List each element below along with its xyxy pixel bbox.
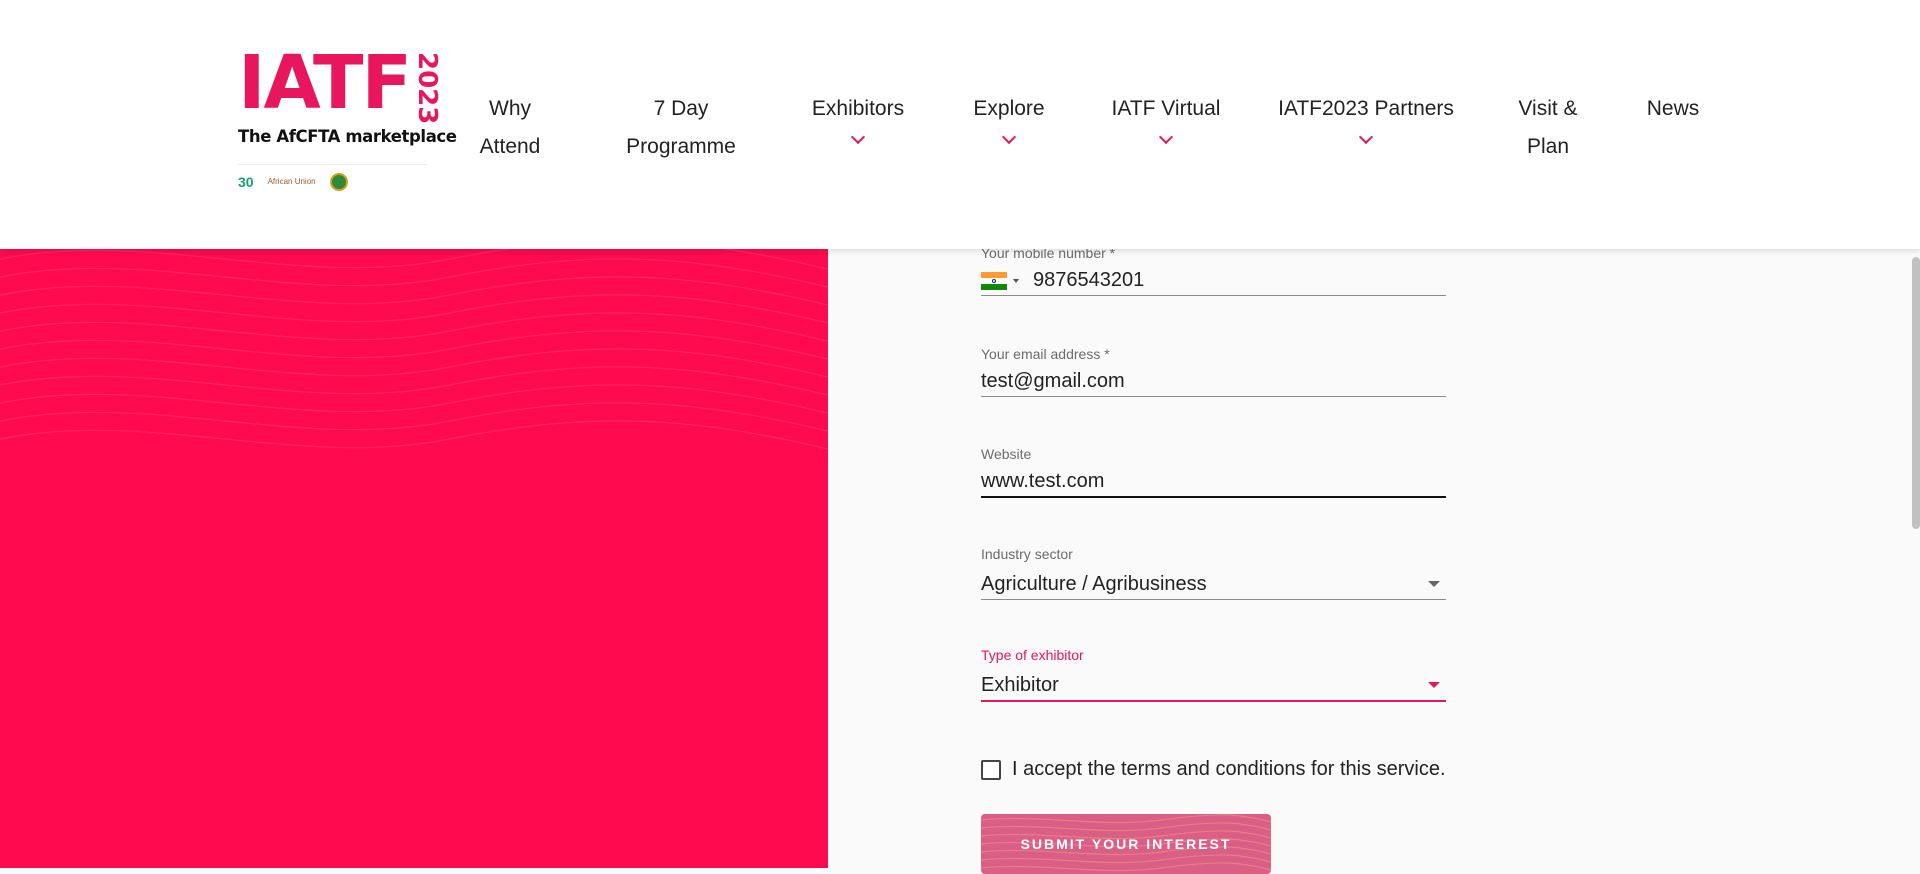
logo-tagline: The AfCFTA marketplace xyxy=(238,127,457,147)
wave-pattern xyxy=(0,249,828,450)
page-scrollbar[interactable] xyxy=(1912,257,1920,529)
logo-mark: IATF 2023 xyxy=(238,40,442,126)
terms-row: I accept the terms and conditions for th… xyxy=(981,758,1446,781)
nav-label: News xyxy=(1646,97,1700,120)
mobile-number-input[interactable]: 9876543201 xyxy=(981,265,1446,296)
nav-explore[interactable]: Explore xyxy=(964,90,1054,145)
exhibitor-type-select[interactable]: Exhibitor xyxy=(981,670,1446,702)
industry-sector-select[interactable]: Agriculture / Agribusiness xyxy=(981,569,1446,600)
nav-label-line2: Programme xyxy=(626,135,736,158)
nav-label-line1: Visit & xyxy=(1518,97,1578,120)
email-input[interactable]: test@gmail.com xyxy=(981,366,1446,397)
site-header: IATF 2023 The AfCFTA marketplace 30 Afri… xyxy=(0,0,1920,249)
india-flag-icon[interactable] xyxy=(981,271,1007,290)
website-input[interactable]: www.test.com xyxy=(981,466,1446,498)
logo-text: IATF xyxy=(238,40,412,126)
nav-label-line2: Attend xyxy=(479,135,541,158)
iatf-logo[interactable]: IATF 2023 The AfCFTA marketplace 30 Afri… xyxy=(238,40,457,200)
nav-news[interactable]: News xyxy=(1640,90,1706,128)
nav-label-line1: 7 Day xyxy=(653,97,709,120)
country-dropdown-icon[interactable] xyxy=(1013,278,1019,283)
nav-label: IATF2023 Partners xyxy=(1278,97,1454,120)
partner-logos: 30 African Union xyxy=(238,164,428,192)
industry-sector-field: Industry sector Agriculture / Agribusine… xyxy=(981,546,1446,600)
nav-label: Exhibitors xyxy=(811,97,905,120)
dropdown-arrow-icon xyxy=(1428,682,1440,688)
hero-panel xyxy=(0,249,828,868)
afreximbank-emblem-icon xyxy=(329,173,348,192)
industry-sector-label: Industry sector xyxy=(981,546,1073,562)
partner-30-logo: 30 xyxy=(238,174,254,191)
terms-label[interactable]: I accept the terms and conditions for th… xyxy=(1012,758,1446,781)
mobile-number-value: 9876543201 xyxy=(1033,269,1145,291)
nav-label-line2: Plan xyxy=(1526,135,1570,158)
chevron-down-icon xyxy=(1158,129,1174,145)
terms-checkbox[interactable] xyxy=(981,759,1001,780)
email-label: Your email address * xyxy=(981,346,1110,362)
website-field: Website www.test.com xyxy=(981,446,1446,498)
nav-iatf-virtual[interactable]: IATF Virtual xyxy=(1104,90,1228,145)
nav-label: IATF Virtual xyxy=(1111,97,1221,120)
mobile-number-field: Your mobile number * 9876543201 xyxy=(981,245,1446,296)
african-union-logo: African Union xyxy=(267,177,316,187)
submit-label: SUBMIT YOUR INTEREST xyxy=(1020,836,1232,852)
email-field: Your email address * test@gmail.com xyxy=(981,346,1446,397)
nav-exhibitors[interactable]: Exhibitors xyxy=(808,90,908,145)
nav-iatf2023-partners[interactable]: IATF2023 Partners xyxy=(1276,90,1456,145)
nav-label: Explore xyxy=(973,97,1045,120)
exhibitor-type-label: Type of exhibitor xyxy=(981,647,1084,663)
exhibitor-type-value: Exhibitor xyxy=(981,674,1059,696)
chevron-down-icon xyxy=(850,129,866,145)
nav-label-line1: Why xyxy=(489,97,531,120)
nav-visit-plan[interactable]: Visit & Plan xyxy=(1512,90,1584,166)
nav-7-day-programme[interactable]: 7 Day Programme xyxy=(620,90,742,166)
dropdown-arrow-icon xyxy=(1428,581,1440,587)
industry-sector-value: Agriculture / Agribusiness xyxy=(981,573,1207,595)
chevron-down-icon xyxy=(1001,129,1017,145)
submit-interest-button[interactable]: SUBMIT YOUR INTEREST xyxy=(981,814,1271,874)
website-label: Website xyxy=(981,446,1032,462)
nav-why-attend[interactable]: Why Attend xyxy=(470,90,550,166)
chevron-down-icon xyxy=(1358,129,1374,145)
logo-year: 2023 xyxy=(412,52,443,125)
exhibitor-type-field: Type of exhibitor Exhibitor xyxy=(981,647,1446,702)
